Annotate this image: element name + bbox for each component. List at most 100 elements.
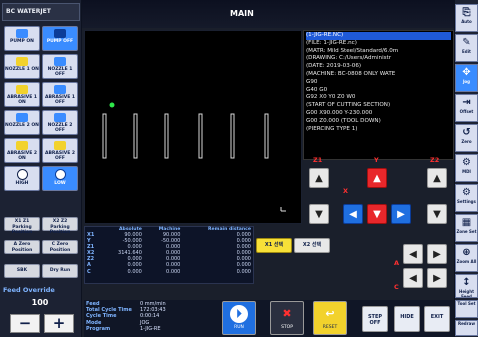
c-zero-button[interactable]: C Zero Position (42, 240, 78, 254)
mode-auto-button[interactable]: ⎘ Auto (455, 4, 478, 32)
abrasive-1-on-button[interactable]: ABRASIVE 1 ON (4, 82, 40, 107)
stop-label: STOP (281, 325, 293, 330)
y-plus-button[interactable]: ▲ (367, 168, 387, 188)
low-label: LOW (54, 181, 66, 186)
zoom-icon: ⊕ (462, 247, 471, 258)
low-pressure-button[interactable]: LOW (42, 166, 78, 191)
gcode-line[interactable]: G00 Z0.000 (TOOL DOWN) (306, 118, 451, 126)
gcode-line[interactable]: (DATE: 2019-03-06) (306, 63, 451, 71)
program-value: 1-JIG-RE (140, 325, 161, 332)
tool-position-marker (109, 102, 115, 108)
pump-on-label: PUMP ON (10, 39, 34, 44)
z2-down-button[interactable]: ▼ (427, 204, 447, 224)
mode-jog-button[interactable]: ✥ Jog (455, 64, 478, 92)
nozzle-icon (16, 113, 28, 122)
exit-button[interactable]: EXIT (424, 306, 450, 332)
a-minus-button[interactable]: ◀ (403, 244, 423, 264)
mode-zone-set-button[interactable]: ▦ Zone Set (455, 214, 478, 242)
c-minus-button[interactable]: ◀ (403, 268, 423, 288)
pump-off-button[interactable]: PUMP OFF (42, 26, 78, 51)
nozzle-2-off-button[interactable]: NOZZLE 2 OFF (42, 110, 78, 135)
abrasive-1-off-button[interactable]: ABRASIVE 1 OFF (42, 82, 78, 107)
abrasive-icon (16, 85, 28, 94)
zero-icon: ↺ (462, 127, 471, 138)
y-minus-button[interactable]: ▼ (367, 204, 387, 224)
step-off-button[interactable]: STEP OFF (362, 306, 388, 332)
gcode-line[interactable]: (FILE: 1-JIG-RE.nc) (306, 40, 451, 48)
gcode-line[interactable]: (MATR: Mild Steel/Standard/6.0m (306, 48, 451, 56)
nozzle-1-off-button[interactable]: NOZZLE 1 OFF (42, 54, 78, 79)
mode-height-feed-button[interactable]: ↕ Height Feed (455, 274, 478, 298)
part-outline (230, 113, 235, 159)
zoom-all-label: Zoom All (456, 259, 477, 264)
zone-set-label: Zone Set (456, 229, 477, 234)
run-info: Feed 0 mm/min Total Cycle Time 172:03:43 C… (86, 301, 198, 335)
gcode-line[interactable]: G00 X90.000 Y-230.000 (306, 110, 451, 118)
z1-up-button[interactable]: ▲ (309, 168, 329, 188)
reset-button[interactable]: ↩ RESET (313, 301, 347, 335)
dry-run-button[interactable]: Dry Run (42, 264, 78, 278)
a-zero-button[interactable]: A Zero Position (4, 240, 40, 254)
x-minus-button[interactable]: ◀ (343, 204, 363, 224)
z1-down-button[interactable]: ▼ (309, 204, 329, 224)
x2-select-button[interactable]: X2 선택 (294, 238, 330, 253)
high-pressure-button[interactable]: HIGH (4, 166, 40, 191)
mode-zoom-all-button[interactable]: ⊕ Zoom All (455, 244, 478, 272)
x1-select-button[interactable]: X1 선택 (256, 238, 292, 253)
a-plus-button[interactable]: ▶ (427, 244, 447, 264)
pump-on-button[interactable]: PUMP ON (4, 26, 40, 51)
z2-up-button[interactable]: ▲ (427, 168, 447, 188)
gcode-line[interactable]: (MACHINE: BC-0808 ONLY WATE (306, 71, 451, 79)
gcode-line[interactable]: G90 (306, 79, 451, 87)
pump-off-label: PUMP OFF (46, 39, 74, 44)
settings-label: Settings (457, 199, 476, 204)
x2-z2-parking-button[interactable]: X2 Z2 Parking Position (42, 217, 78, 235)
mode-tool-set-button[interactable]: Tool Set (455, 300, 478, 318)
toolpath-viewport[interactable] (84, 30, 302, 224)
cycle-value: 0:00:14 (140, 313, 160, 320)
jog-label: Jog (462, 79, 471, 84)
feed-plus-button[interactable]: + (44, 314, 74, 333)
mode-redraw-button[interactable]: Redraw (455, 320, 478, 336)
pump-icon (54, 29, 66, 38)
tool-set-label: Tool Set (457, 301, 476, 306)
mode-offset-button[interactable]: ⇥ Offset (455, 94, 478, 122)
abrasive-icon (16, 141, 28, 150)
x1-z1-parking-button[interactable]: X1 Z1 Parking Position (4, 217, 40, 235)
c-zero-label: C Zero Position (49, 242, 71, 253)
feed-override-value: 100 (31, 298, 49, 307)
mode-settings-button[interactable]: ⚙ Settings (455, 184, 478, 212)
sbk-button[interactable]: SBK (4, 264, 40, 278)
mode-mdi-button[interactable]: ⚙ MDI (455, 154, 478, 182)
y-axis-label: Y (374, 156, 379, 164)
gcode-listing[interactable]: (1-JIG-RE.NC) (FILE: 1-JIG-RE.nc) (MATR:… (303, 30, 454, 160)
jog-icon: ✥ (462, 67, 471, 78)
stop-button[interactable]: ✖ STOP (270, 301, 304, 335)
nozzle-2-on-button[interactable]: NOZZLE 2 ON (4, 110, 40, 135)
gcode-line[interactable]: (DRAWING: C:/Users/Administr (306, 55, 451, 63)
abrasive-2-off-button[interactable]: ABRASIVE 2 OFF (42, 138, 78, 163)
gcode-line[interactable]: G40 G0 (306, 87, 451, 95)
mode-edit-button[interactable]: ✎ Edit (455, 34, 478, 62)
mode-zero-button[interactable]: ↺ Zero (455, 124, 478, 152)
x-plus-button[interactable]: ▶ (391, 204, 411, 224)
abrasive-2-on-button[interactable]: ABRASIVE 2 ON (4, 138, 40, 163)
run-button[interactable]: ⏵ RUN (222, 301, 256, 335)
feed-minus-button[interactable]: − (10, 314, 40, 333)
abrasive-icon (54, 141, 66, 150)
hide-button[interactable]: HIDE (394, 306, 420, 332)
c-plus-button[interactable]: ▶ (427, 268, 447, 288)
gcode-line[interactable]: (1-JIG-RE.NC) (306, 32, 451, 40)
abrasive-icon (54, 85, 66, 94)
c-axis-label: C (394, 283, 399, 291)
toolpath-drawing (102, 102, 286, 212)
gcode-line[interactable]: (PIERCING TYPE 1) (306, 126, 451, 134)
a-zero-label: A Zero Position (11, 242, 33, 253)
page-title: MAIN (230, 9, 254, 18)
nozzle-1-on-button[interactable]: NOZZLE 1 ON (4, 54, 40, 79)
gcode-line[interactable]: (START OF CUTTING SECTION) (306, 102, 451, 110)
gcode-line[interactable]: G92 X0 Y0 Z0 W0 (306, 94, 451, 102)
part-outline (133, 113, 138, 159)
feed-override-label: Feed Override (3, 286, 55, 294)
nozzle-icon (54, 113, 66, 122)
